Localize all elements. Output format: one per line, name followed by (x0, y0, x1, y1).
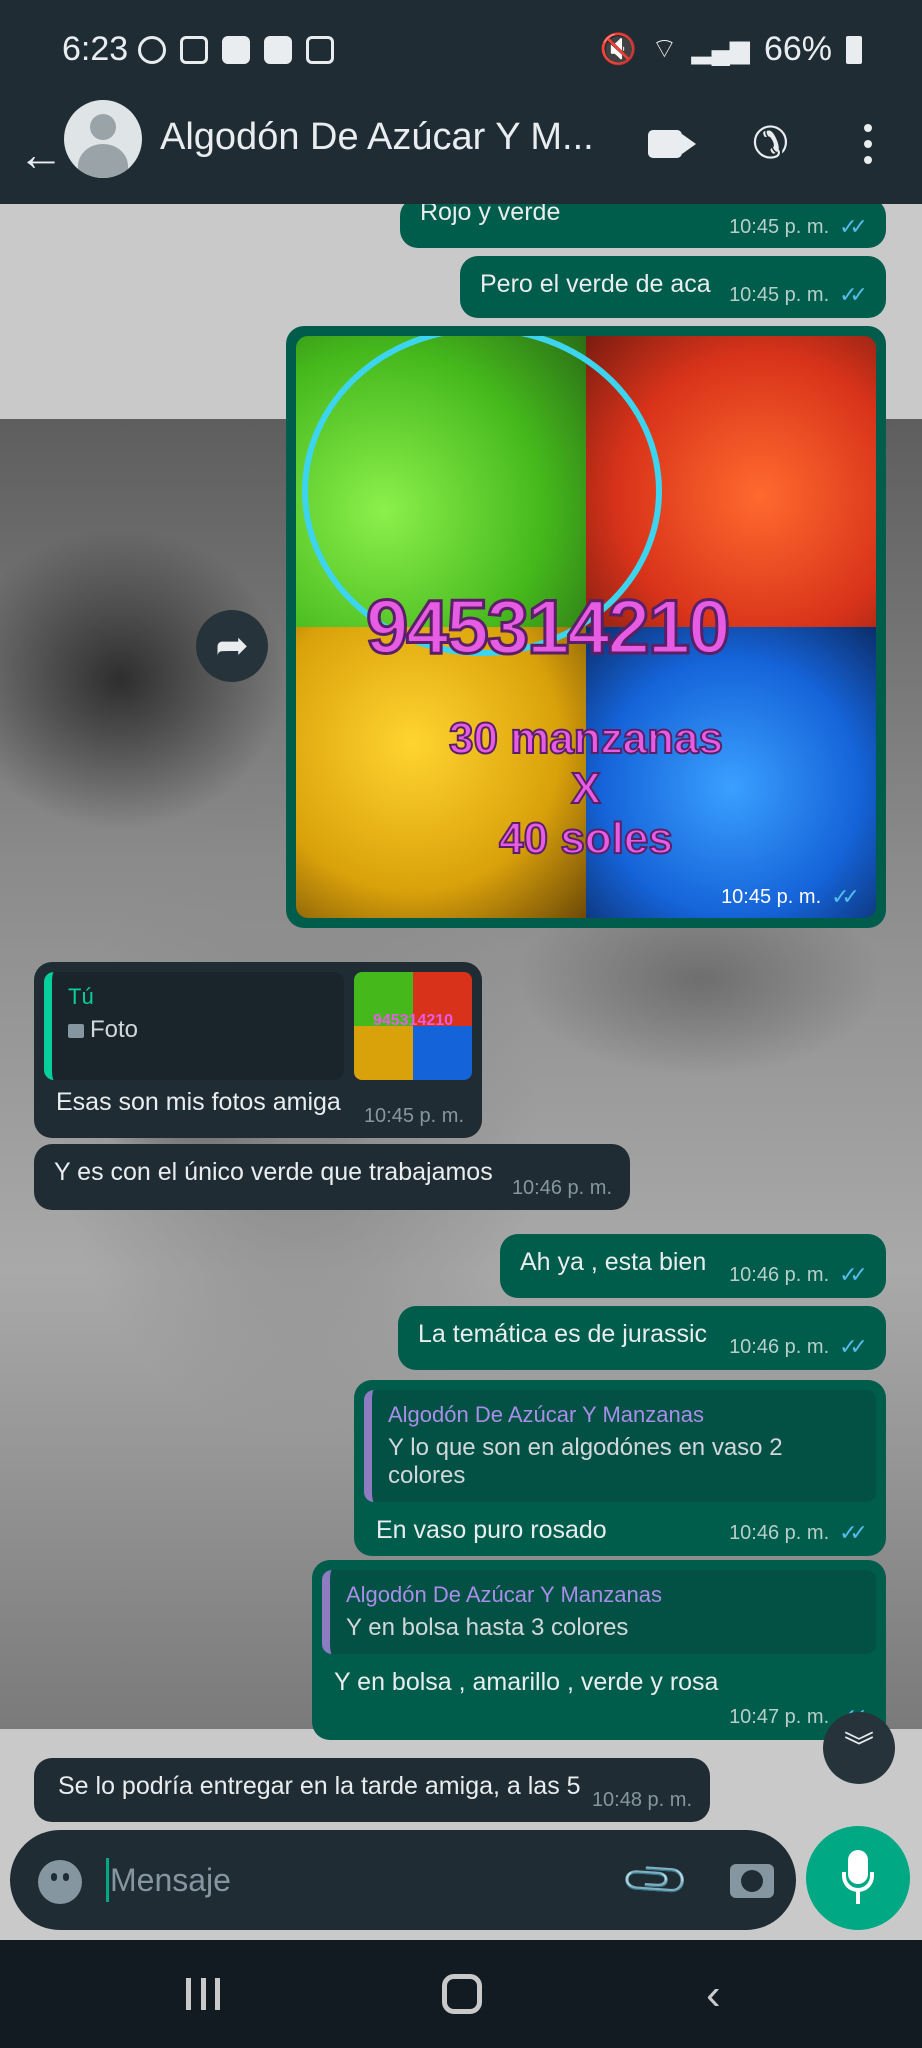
status-time: 6:23 (62, 30, 129, 68)
message-text: En vaso puro rosado (376, 1516, 607, 1544)
message-input[interactable] (110, 1850, 570, 1910)
image-message[interactable]: 945314210 30 manzanas X 40 soles 10:45 p… (286, 326, 886, 928)
message-text: Y es con el único verde que trabajamos (54, 1158, 493, 1186)
message-outgoing[interactable]: Algodón De Azúcar Y Manzanas Y lo que so… (354, 1380, 886, 1556)
message-time: 10:45 p. m. (729, 283, 830, 306)
instagram-icon (180, 36, 208, 64)
avatar-body (78, 144, 128, 178)
read-ticks-icon: ✓✓ (839, 282, 868, 307)
promo-line-1: 30 manzanas (448, 713, 724, 764)
voice-message-button[interactable] (806, 1826, 910, 1930)
message-incoming[interactable]: Tú Foto 945314210 Esas son mis fotos ami… (34, 962, 482, 1138)
notification-icons (138, 36, 334, 64)
contact-name[interactable]: Algodón De Azúcar Y M... (160, 116, 610, 159)
message-time: 10:46 p. m. (729, 1521, 830, 1544)
message-outgoing[interactable]: Pero el verde de aca 10:45 p. m. ✓✓ (460, 256, 886, 318)
battery-icon (846, 35, 862, 64)
forward-icon[interactable]: ➦ (196, 610, 268, 682)
quote-author: Algodón De Azúcar Y Manzanas (388, 1402, 704, 1427)
recent-apps-icon[interactable] (186, 1978, 220, 2010)
promo-line-3: 40 soles (498, 813, 674, 864)
quote-text: Y lo que son en algodónes en vaso 2 colo… (388, 1434, 783, 1489)
chat-area[interactable]: Rojo y verde 10:45 p. m. ✓✓ Pero el verd… (0, 204, 922, 1940)
message-meta: 10:45 p. m. (364, 1105, 464, 1128)
quote-author: Algodón De Azúcar Y Manzanas (346, 1582, 662, 1607)
contact-avatar[interactable] (64, 100, 142, 178)
message-outgoing[interactable]: La temática es de jurassic 10:46 p. m. ✓… (398, 1306, 886, 1370)
message-time: 10:46 p. m. (729, 1335, 830, 1358)
promo-phone-number: 945314210 (364, 584, 731, 672)
message-incoming[interactable]: Se lo podría entregar en la tarde amiga,… (34, 1758, 710, 1822)
message-text: Se lo podría entregar en la tarde amiga,… (58, 1772, 581, 1800)
message-text: Pero el verde de aca (480, 270, 711, 298)
message-outgoing[interactable]: Rojo y verde 10:45 p. m. ✓✓ (400, 204, 886, 248)
battery-percent: 66% (763, 30, 832, 68)
home-icon[interactable] (442, 1974, 482, 2014)
message-text: Ah ya , esta bien (520, 1248, 707, 1276)
nav-back-icon[interactable]: ‹ (706, 1970, 721, 2020)
photo-icon (68, 1023, 84, 1038)
voice-call-icon[interactable]: ✆ (752, 118, 789, 169)
messenger-icon (138, 36, 166, 64)
message-text: Rojo y verde (420, 204, 561, 226)
message-meta: 10:45 p. m. ✓✓ (729, 214, 868, 240)
promo-line-2: X (570, 763, 601, 814)
read-ticks-icon: ✓✓ (831, 884, 860, 909)
read-ticks-icon: ✓✓ (839, 1334, 868, 1359)
quote-photo-label: Foto (90, 1016, 139, 1043)
read-ticks-icon: ✓✓ (839, 214, 868, 239)
mute-icon: 🔇 (599, 33, 638, 66)
quoted-message[interactable]: Algodón De Azúcar Y Manzanas Y lo que so… (364, 1390, 876, 1502)
message-composer: 📎 (0, 1826, 922, 1940)
message-time: 10:45 p. m. (363, 1105, 464, 1127)
message-time: 10:46 p. m. (729, 1263, 830, 1286)
gallery-icon (306, 36, 334, 64)
text-cursor (106, 1858, 109, 1902)
attach-icon[interactable]: 📎 (618, 1842, 694, 1918)
back-arrow-icon[interactable]: ← (18, 124, 64, 184)
emoji-icon[interactable] (38, 1860, 82, 1904)
message-time: 10:48 p. m. (591, 1789, 692, 1811)
scroll-to-bottom-button[interactable]: ︾ (823, 1712, 895, 1784)
message-meta: 10:45 p. m. ✓✓ (729, 282, 868, 308)
more-options-icon[interactable] (864, 124, 872, 164)
message-input-container[interactable]: 📎 (10, 1830, 796, 1930)
message-incoming[interactable]: Y es con el único verde que trabajamos 1… (34, 1144, 630, 1210)
message-meta: 10:46 p. m. ✓✓ (729, 1520, 868, 1546)
message-meta: 10:45 p. m. ✓✓ (721, 884, 860, 910)
wifi-icon: ⌔ (651, 33, 678, 64)
avatar-head (90, 114, 116, 140)
thumbnail-text: 945314210 (372, 1012, 454, 1029)
message-meta: 10:46 p. m. ✓✓ (729, 1262, 868, 1288)
message-meta: 10:46 p. m. (512, 1177, 612, 1200)
camera-icon[interactable] (730, 1864, 774, 1898)
system-navigation-bar: ‹ (0, 1940, 922, 2048)
quoted-photo-thumbnail[interactable]: 945314210 (354, 972, 472, 1080)
read-ticks-icon: ✓✓ (839, 1262, 868, 1287)
message-outgoing[interactable]: Ah ya , esta bien 10:46 p. m. ✓✓ (500, 1234, 886, 1298)
message-time: 10:45 p. m. (721, 885, 822, 908)
folder-icon (222, 36, 250, 64)
quote-text: Y en bolsa hasta 3 colores (346, 1614, 629, 1641)
message-text: Y en bolsa , amarillo , verde y rosa (334, 1668, 719, 1696)
promo-image[interactable]: 945314210 30 manzanas X 40 soles (296, 336, 876, 918)
video-call-icon[interactable] (648, 130, 696, 158)
quoted-message[interactable]: Algodón De Azúcar Y Manzanas Y en bolsa … (322, 1570, 876, 1654)
system-icons: 🔇 ⌔ ▂▄▆ 66% (600, 30, 862, 69)
checkbox-icon (264, 36, 292, 64)
message-meta: 10:46 p. m. ✓✓ (729, 1334, 868, 1360)
message-time: 10:46 p. m. (511, 1177, 612, 1199)
quoted-message[interactable]: Tú Foto (44, 972, 344, 1080)
message-outgoing[interactable]: Algodón De Azúcar Y Manzanas Y en bolsa … (312, 1560, 886, 1740)
message-meta: 10:48 p. m. (592, 1789, 692, 1812)
message-text: La temática es de jurassic (418, 1320, 708, 1348)
status-bar: 6:23 🔇 ⌔ ▂▄▆ 66% (0, 0, 922, 104)
message-text: Esas son mis fotos amiga (56, 1088, 341, 1116)
quote-text: Foto (68, 1016, 328, 1044)
message-time: 10:45 p. m. (729, 215, 830, 238)
message-time: 10:47 p. m. (729, 1705, 830, 1728)
quote-author: Tú (68, 984, 94, 1009)
read-ticks-icon: ✓✓ (839, 1520, 868, 1545)
signal-icon: ▂▄▆ (691, 34, 750, 64)
